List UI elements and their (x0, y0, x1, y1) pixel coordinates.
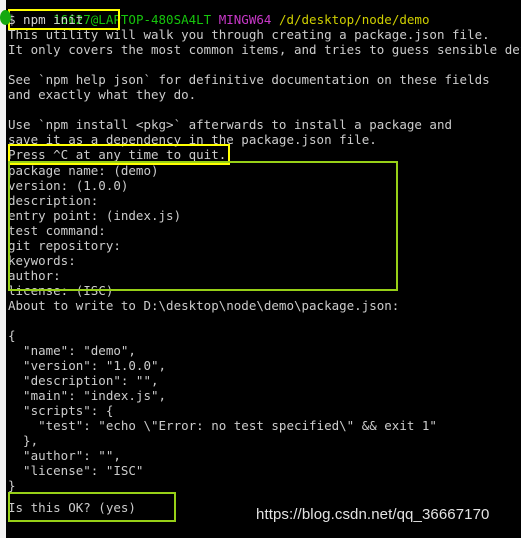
json-line: "author": "", (8, 448, 121, 463)
question-line[interactable]: description: (8, 193, 98, 208)
question-line[interactable]: version: (1.0.0) (8, 178, 128, 193)
prompt-sep-top (211, 12, 219, 27)
watermark-text: https://blog.csdn.net/qq_36667170 (256, 506, 490, 523)
prompt-path: /d/desktop/node/demo (278, 12, 430, 27)
json-line: }, (8, 433, 39, 448)
prompt-line-bottom: 16627@LAPTOP-480SA4LT MINGW64 /d/desktop… (8, 523, 429, 538)
question-line[interactable]: package name: (demo) (8, 163, 159, 178)
json-line: "license": "ISC" (8, 463, 144, 478)
json-line: "scripts": { (8, 403, 114, 418)
command-line[interactable]: $ npm init (8, 12, 83, 27)
quit-hint-line: Press ^C at any time to quit. (8, 147, 227, 162)
json-line: "description": "", (8, 373, 159, 388)
question-line[interactable]: git repository: (8, 238, 121, 253)
terminal-output-area[interactable]: 16627@LAPTOP-480SA4LT MINGW64 /d/desktop… (6, 0, 521, 538)
question-line[interactable]: entry point: (index.js) (8, 208, 181, 223)
question-line[interactable]: test command: (8, 223, 106, 238)
json-line: } (8, 478, 16, 493)
confirm-line[interactable]: Is this OK? (yes) (8, 500, 136, 515)
prompt-line-top: 16627@LAPTOP-480SA4LT MINGW64 /d/desktop… (8, 0, 429, 27)
output-line: This utility will walk you through creat… (8, 27, 490, 42)
cursor-marker-icon (0, 10, 11, 25)
prompt-sep2-top (271, 12, 279, 27)
question-line[interactable]: license: (ISC) (8, 283, 113, 298)
output-line: and exactly what they do. (8, 87, 197, 102)
terminal-window: 16627@LAPTOP-480SA4LT MINGW64 /d/desktop… (0, 0, 521, 538)
question-line[interactable]: author: (8, 268, 61, 283)
prompt-shell-label: MINGW64 (218, 12, 272, 27)
about-to-write-line: About to write to D:\desktop\node\demo\p… (8, 298, 400, 313)
question-line[interactable]: keywords: (8, 253, 76, 268)
output-line: It only covers the most common items, an… (8, 42, 521, 57)
json-line: "main": "index.js", (8, 388, 167, 403)
json-line: "version": "1.0.0", (8, 358, 167, 373)
json-line: "test": "echo \"Error: no test specified… (8, 418, 437, 433)
output-line: See `npm help json` for definitive docum… (8, 72, 490, 87)
output-line: Use `npm install <pkg>` afterwards to in… (8, 117, 453, 132)
json-line: "name": "demo", (8, 343, 136, 358)
output-line: save it as a dependency in the package.j… (8, 132, 377, 147)
json-line: { (8, 328, 16, 343)
